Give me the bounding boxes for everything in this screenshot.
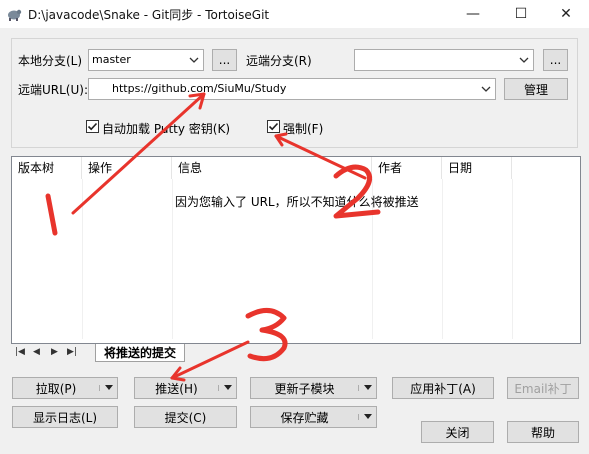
remote-url-label: 远端URL(U):	[18, 83, 88, 97]
remote-url-value: https://github.com/SiuMu/Study	[112, 82, 287, 95]
column-header-author[interactable]: 作者	[372, 157, 442, 179]
prev-tab-icon[interactable]: ◀	[33, 347, 40, 357]
dropdown-arrow-icon[interactable]	[358, 414, 376, 420]
checkmark-icon	[87, 122, 98, 131]
local-branch-label: 本地分支(L)	[18, 54, 83, 68]
tab-commits-to-push[interactable]: 将推送的提交	[95, 344, 186, 362]
manage-remotes-button[interactable]: 管理	[504, 78, 568, 100]
autoload-putty-label[interactable]: 自动加载 Putty 密钥(K)	[102, 120, 230, 137]
chevron-down-icon	[519, 57, 529, 63]
stash-save-label[interactable]: 保存贮藏	[251, 409, 358, 426]
chevron-down-icon	[481, 86, 491, 92]
last-tab-icon[interactable]: ▶|	[67, 347, 77, 357]
column-header-graph[interactable]: 版本树	[12, 157, 82, 179]
next-tab-icon[interactable]: ▶	[51, 347, 58, 357]
column-divider	[82, 179, 83, 339]
update-submodule-label[interactable]: 更新子模块	[251, 380, 358, 397]
tab-strip: |◀ ◀ ▶ ▶| 将推送的提交	[11, 344, 581, 364]
help-button[interactable]: 帮助	[507, 421, 579, 443]
push-split-button[interactable]: 推送(H)	[134, 377, 237, 399]
push-button-label[interactable]: 推送(H)	[135, 380, 218, 397]
maximize-button[interactable]: ☐	[498, 0, 544, 28]
column-header-action[interactable]: 操作	[82, 157, 172, 179]
force-checkbox[interactable]	[267, 120, 280, 133]
pull-split-button[interactable]: 拉取(P)	[12, 377, 118, 399]
close-button[interactable]: 关闭	[421, 421, 494, 443]
stash-save-split-button[interactable]: 保存贮藏	[250, 406, 377, 428]
tortoisegit-app-icon	[6, 6, 22, 22]
title-bar: D:\javacode\Snake - Git同步 - TortoiseGit …	[0, 0, 589, 28]
column-divider	[442, 179, 443, 339]
commit-list[interactable]: 版本树 操作 信息 作者 日期 因为您输入了 URL，所以不知道什么将被推送	[11, 156, 581, 344]
first-tab-icon[interactable]: |◀	[15, 347, 25, 357]
autoload-putty-checkbox[interactable]	[86, 120, 99, 133]
show-log-button[interactable]: 显示日志(L)	[12, 406, 118, 428]
local-branch-value: master	[92, 53, 131, 66]
force-label[interactable]: 强制(F)	[283, 120, 323, 137]
apply-patch-button[interactable]: 应用补丁(A)	[392, 377, 494, 399]
dropdown-arrow-icon[interactable]	[99, 385, 117, 391]
window-title: D:\javacode\Snake - Git同步 - TortoiseGit	[28, 8, 270, 22]
pull-button-label[interactable]: 拉取(P)	[13, 380, 99, 397]
remote-branch-browse-button[interactable]: ...	[543, 49, 568, 71]
minimize-button[interactable]: —	[450, 0, 496, 28]
remote-url-combo[interactable]: https://github.com/SiuMu/Study	[88, 78, 496, 100]
column-header-date[interactable]: 日期	[442, 157, 512, 179]
checkmark-icon	[268, 122, 279, 131]
email-patch-button[interactable]: Email补丁	[507, 377, 579, 399]
list-empty-message: 因为您输入了 URL，所以不知道什么将被推送	[175, 195, 419, 209]
dropdown-arrow-icon[interactable]	[218, 385, 236, 391]
chevron-down-icon	[189, 57, 199, 63]
remote-branch-combo[interactable]	[354, 49, 534, 71]
column-divider	[512, 179, 513, 339]
close-window-button[interactable]: ✕	[543, 0, 589, 28]
commit-button[interactable]: 提交(C)	[134, 406, 237, 428]
local-branch-combo[interactable]: master	[88, 49, 204, 71]
update-submodule-split-button[interactable]: 更新子模块	[250, 377, 377, 399]
column-header-message[interactable]: 信息	[172, 157, 372, 179]
column-divider	[172, 179, 173, 339]
remote-branch-label: 远端分支(R)	[246, 54, 312, 68]
local-branch-browse-button[interactable]: ...	[212, 49, 237, 71]
dropdown-arrow-icon[interactable]	[358, 385, 376, 391]
